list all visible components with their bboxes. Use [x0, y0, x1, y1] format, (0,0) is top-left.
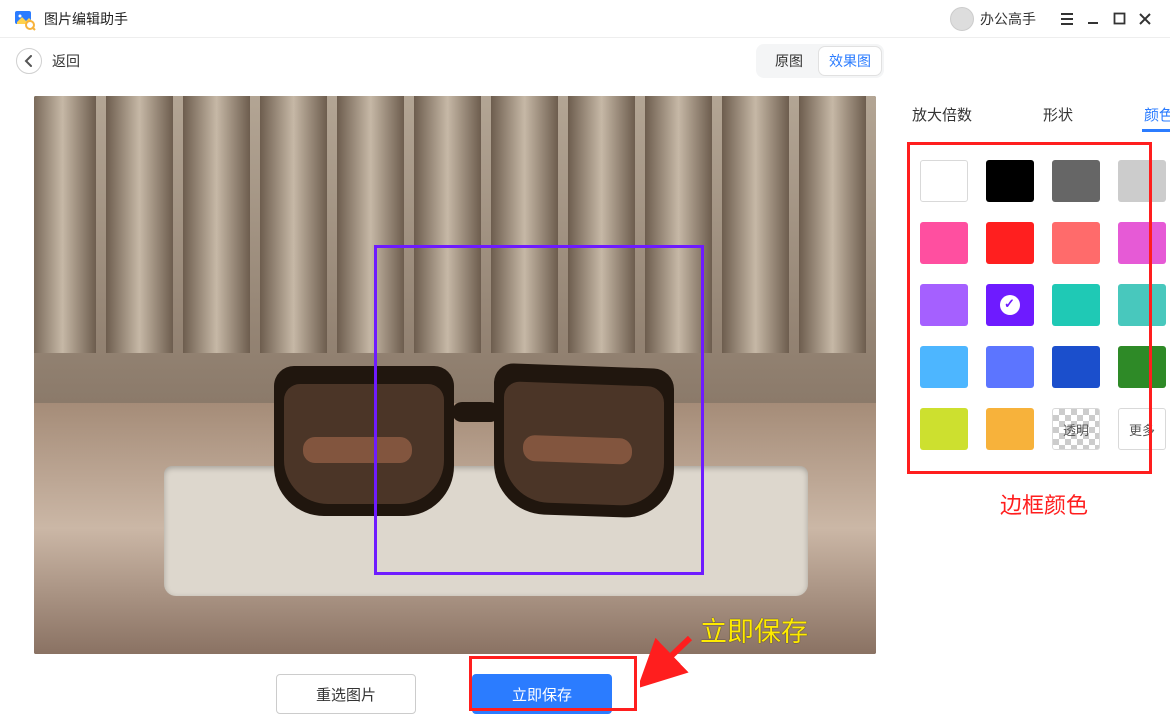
color-swatch-red[interactable]: [986, 222, 1034, 264]
tab-color[interactable]: 颜色: [1142, 100, 1170, 132]
window-titlebar: 图片编辑助手 办公高手: [0, 0, 1170, 38]
color-swatch-cyan[interactable]: [1118, 284, 1166, 326]
side-panel: 放大倍数 形状 颜色 透明更多: [888, 84, 1170, 726]
back-label: 返回: [52, 51, 80, 71]
app-icon: [12, 7, 36, 31]
color-swatch-salmon[interactable]: [1052, 222, 1100, 264]
color-swatch-violet[interactable]: [920, 284, 968, 326]
color-swatch-light-blue[interactable]: [920, 346, 968, 388]
color-swatch-more[interactable]: 更多: [1118, 408, 1166, 450]
color-swatch-light-gray[interactable]: [1118, 160, 1166, 202]
menu-icon[interactable]: [1054, 6, 1080, 32]
color-swatch-black[interactable]: [986, 160, 1034, 202]
color-swatch-grid: 透明更多: [906, 146, 1170, 464]
color-swatch-indigo[interactable]: [986, 346, 1034, 388]
color-swatch-transparent[interactable]: 透明: [1052, 408, 1100, 450]
app-title: 图片编辑助手: [44, 9, 128, 29]
maximize-icon[interactable]: [1106, 6, 1132, 32]
color-swatch-pink[interactable]: [920, 222, 968, 264]
toolbar: 返回 原图 效果图: [0, 38, 1170, 84]
canvas-area: 重选图片 立即保存: [0, 84, 888, 726]
reselect-image-button[interactable]: 重选图片: [276, 674, 416, 714]
view-original-tab[interactable]: 原图: [759, 47, 819, 75]
preview-image[interactable]: [34, 96, 876, 654]
user-name[interactable]: 办公高手: [980, 9, 1036, 29]
color-swatch-dark-gray[interactable]: [1052, 160, 1100, 202]
selection-rectangle[interactable]: [374, 245, 704, 575]
color-swatch-lime[interactable]: [920, 408, 968, 450]
close-icon[interactable]: [1132, 6, 1158, 32]
color-swatch-purple[interactable]: [986, 284, 1034, 326]
tab-zoom[interactable]: 放大倍数: [910, 100, 974, 132]
view-toggle: 原图 效果图: [756, 44, 884, 78]
color-swatch-blue[interactable]: [1052, 346, 1100, 388]
tab-shape[interactable]: 形状: [1041, 100, 1075, 132]
view-result-tab[interactable]: 效果图: [819, 47, 881, 75]
user-avatar[interactable]: [950, 7, 974, 31]
color-swatch-green[interactable]: [1118, 346, 1166, 388]
back-button[interactable]: [16, 48, 42, 74]
color-swatch-teal[interactable]: [1052, 284, 1100, 326]
save-button[interactable]: 立即保存: [472, 674, 612, 714]
minimize-icon[interactable]: [1080, 6, 1106, 32]
color-swatch-white[interactable]: [920, 160, 968, 202]
color-swatch-magenta[interactable]: [1118, 222, 1166, 264]
color-swatch-amber[interactable]: [986, 408, 1034, 450]
